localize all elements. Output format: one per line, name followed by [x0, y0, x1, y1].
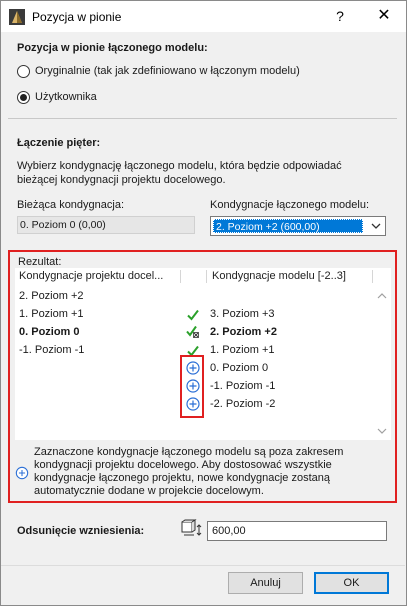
radio-original[interactable]: Oryginalnie (tak jak zdefiniowano w łącz…: [17, 63, 300, 79]
plus-circle-icon: [186, 379, 200, 393]
target-story-row[interactable]: 1. Poziom +1: [19, 308, 84, 320]
info-message-line: Zaznaczone kondygnacje łączonego modelu …: [34, 446, 344, 458]
close-button[interactable]: ✕: [373, 5, 395, 27]
linking-description-line1: Wybierz kondygnację łączonego modelu, kt…: [17, 160, 342, 172]
column-header-model-stories[interactable]: Kondygnacje modelu [-2..3]: [212, 270, 346, 282]
current-story-field: 0. Poziom 0 (0,00): [17, 216, 195, 234]
position-section-title: Pozycja w pionie łączonego modelu:: [17, 42, 208, 54]
target-story-row[interactable]: 2. Poziom +2: [19, 290, 84, 302]
section-divider: [8, 118, 397, 119]
column-header-target-stories[interactable]: Kondygnacje projektu docel...: [19, 270, 163, 282]
info-message: Zaznaczone kondygnacje łączonego modelu …: [34, 446, 384, 498]
linked-stories-label: Kondygnacje łączonego modelu:: [210, 199, 370, 211]
target-story-row[interactable]: 0. Poziom 0: [19, 326, 80, 338]
radio-user-label: Użytkownika: [35, 91, 97, 103]
result-title: Rezultat:: [18, 256, 62, 268]
elevation-offset-label: Odsunięcie wzniesienia:: [17, 525, 145, 537]
radio-original-label: Oryginalnie (tak jak zdefiniowano w łącz…: [35, 65, 300, 77]
linking-description-line2: bieżącej kondygnacji projektu docelowego…: [17, 174, 226, 186]
scroll-down-arrow-icon[interactable]: [377, 427, 387, 435]
model-story-row[interactable]: 1. Poziom +1: [210, 344, 275, 356]
model-story-row[interactable]: 3. Poziom +3: [210, 308, 275, 320]
elevation-offset-input[interactable]: 600,00: [207, 521, 387, 541]
linked-story-select[interactable]: 2. Poziom +2 (600,00): [210, 216, 386, 236]
model-story-row[interactable]: 0. Poziom 0: [210, 362, 268, 374]
linked-story-selected-value[interactable]: 2. Poziom +2 (600,00): [213, 219, 363, 233]
cancel-button[interactable]: Anuluj: [228, 572, 303, 594]
column-separator: [206, 270, 207, 283]
model-story-row[interactable]: -2. Poziom -2: [210, 398, 275, 410]
target-story-row[interactable]: -1. Poziom -1: [19, 344, 84, 356]
radio-original-indicator[interactable]: [17, 64, 30, 78]
plus-circle-icon: [186, 361, 200, 375]
scroll-up-arrow-icon[interactable]: [377, 292, 387, 300]
title-bar: Pozycja w pionie ? ✕: [1, 1, 406, 32]
plus-circle-icon: [186, 397, 200, 411]
radio-user[interactable]: Użytkownika: [17, 89, 97, 105]
model-story-row[interactable]: -1. Poziom -1: [210, 380, 275, 392]
model-story-row[interactable]: 2. Poziom +2: [210, 326, 277, 338]
window-title: Pozycja w pionie: [32, 10, 122, 24]
linking-section-title: Łączenie pięter:: [17, 137, 101, 149]
ok-button[interactable]: OK: [314, 572, 389, 594]
checkmark-icon: [187, 309, 199, 321]
column-separator: [372, 270, 373, 283]
radio-user-indicator[interactable]: [17, 90, 30, 104]
plus-circle-icon: [15, 466, 29, 480]
info-message-line: automatycznie dodane w projekcie docelow…: [34, 485, 264, 497]
column-separator: [180, 270, 181, 283]
info-message-line: kondygnacje łączonego projektu, nowe kon…: [34, 472, 330, 484]
archicad-app-icon: [9, 9, 25, 25]
help-button[interactable]: ?: [329, 5, 351, 27]
info-message-line: kondygnacji projektu docelowego. Aby dos…: [34, 459, 332, 471]
elevation-offset-icon: [181, 519, 202, 536]
chevron-down-icon[interactable]: [370, 220, 382, 232]
checkmark-link-icon: [186, 325, 199, 338]
current-story-label: Bieżąca kondygnacja:: [17, 199, 125, 211]
